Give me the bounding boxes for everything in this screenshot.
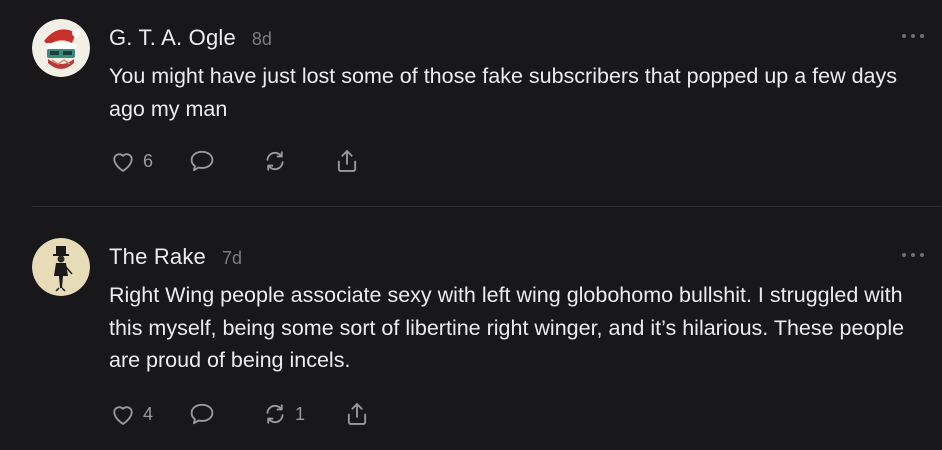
author-name[interactable]: The Rake bbox=[109, 244, 206, 270]
restack-arrows-icon bbox=[261, 400, 289, 428]
heart-icon bbox=[109, 147, 137, 175]
comment-header: The Rake 7d bbox=[109, 244, 242, 270]
comment-item: The Rake 7d Right Wing people associate … bbox=[0, 207, 942, 450]
comment-item: G. T. A. Ogle 8d You might have just los… bbox=[0, 0, 942, 206]
comment-text: You might have just lost some of those f… bbox=[109, 64, 898, 121]
avatar[interactable] bbox=[32, 238, 90, 296]
share-icon bbox=[343, 400, 371, 428]
comment-text: Right Wing people associate sexy with le… bbox=[109, 283, 905, 372]
timestamp[interactable]: 7d bbox=[222, 248, 242, 269]
restack-button[interactable]: 1 bbox=[261, 400, 305, 428]
comment-actions: 4 1 bbox=[109, 400, 371, 428]
like-count: 4 bbox=[143, 403, 154, 424]
like-button[interactable]: 4 bbox=[109, 400, 153, 428]
more-options-icon[interactable] bbox=[902, 31, 924, 41]
like-count: 6 bbox=[143, 150, 154, 171]
author-name[interactable]: G. T. A. Ogle bbox=[109, 25, 236, 51]
comment-header: G. T. A. Ogle 8d bbox=[109, 25, 272, 51]
avatar[interactable] bbox=[32, 19, 90, 77]
restack-count: 1 bbox=[295, 403, 306, 424]
heart-icon bbox=[109, 400, 137, 428]
comment-actions: 6 bbox=[109, 147, 361, 175]
more-options-icon[interactable] bbox=[902, 250, 924, 260]
like-button[interactable]: 6 bbox=[109, 147, 153, 175]
reply-button[interactable] bbox=[187, 147, 217, 175]
timestamp[interactable]: 8d bbox=[252, 29, 272, 50]
speech-bubble-icon bbox=[187, 147, 217, 175]
restack-button[interactable] bbox=[261, 147, 295, 175]
restack-arrows-icon bbox=[261, 147, 289, 175]
share-button[interactable] bbox=[343, 400, 371, 428]
share-button[interactable] bbox=[333, 147, 361, 175]
reply-button[interactable] bbox=[187, 400, 217, 428]
share-icon bbox=[333, 147, 361, 175]
speech-bubble-icon bbox=[187, 400, 217, 428]
